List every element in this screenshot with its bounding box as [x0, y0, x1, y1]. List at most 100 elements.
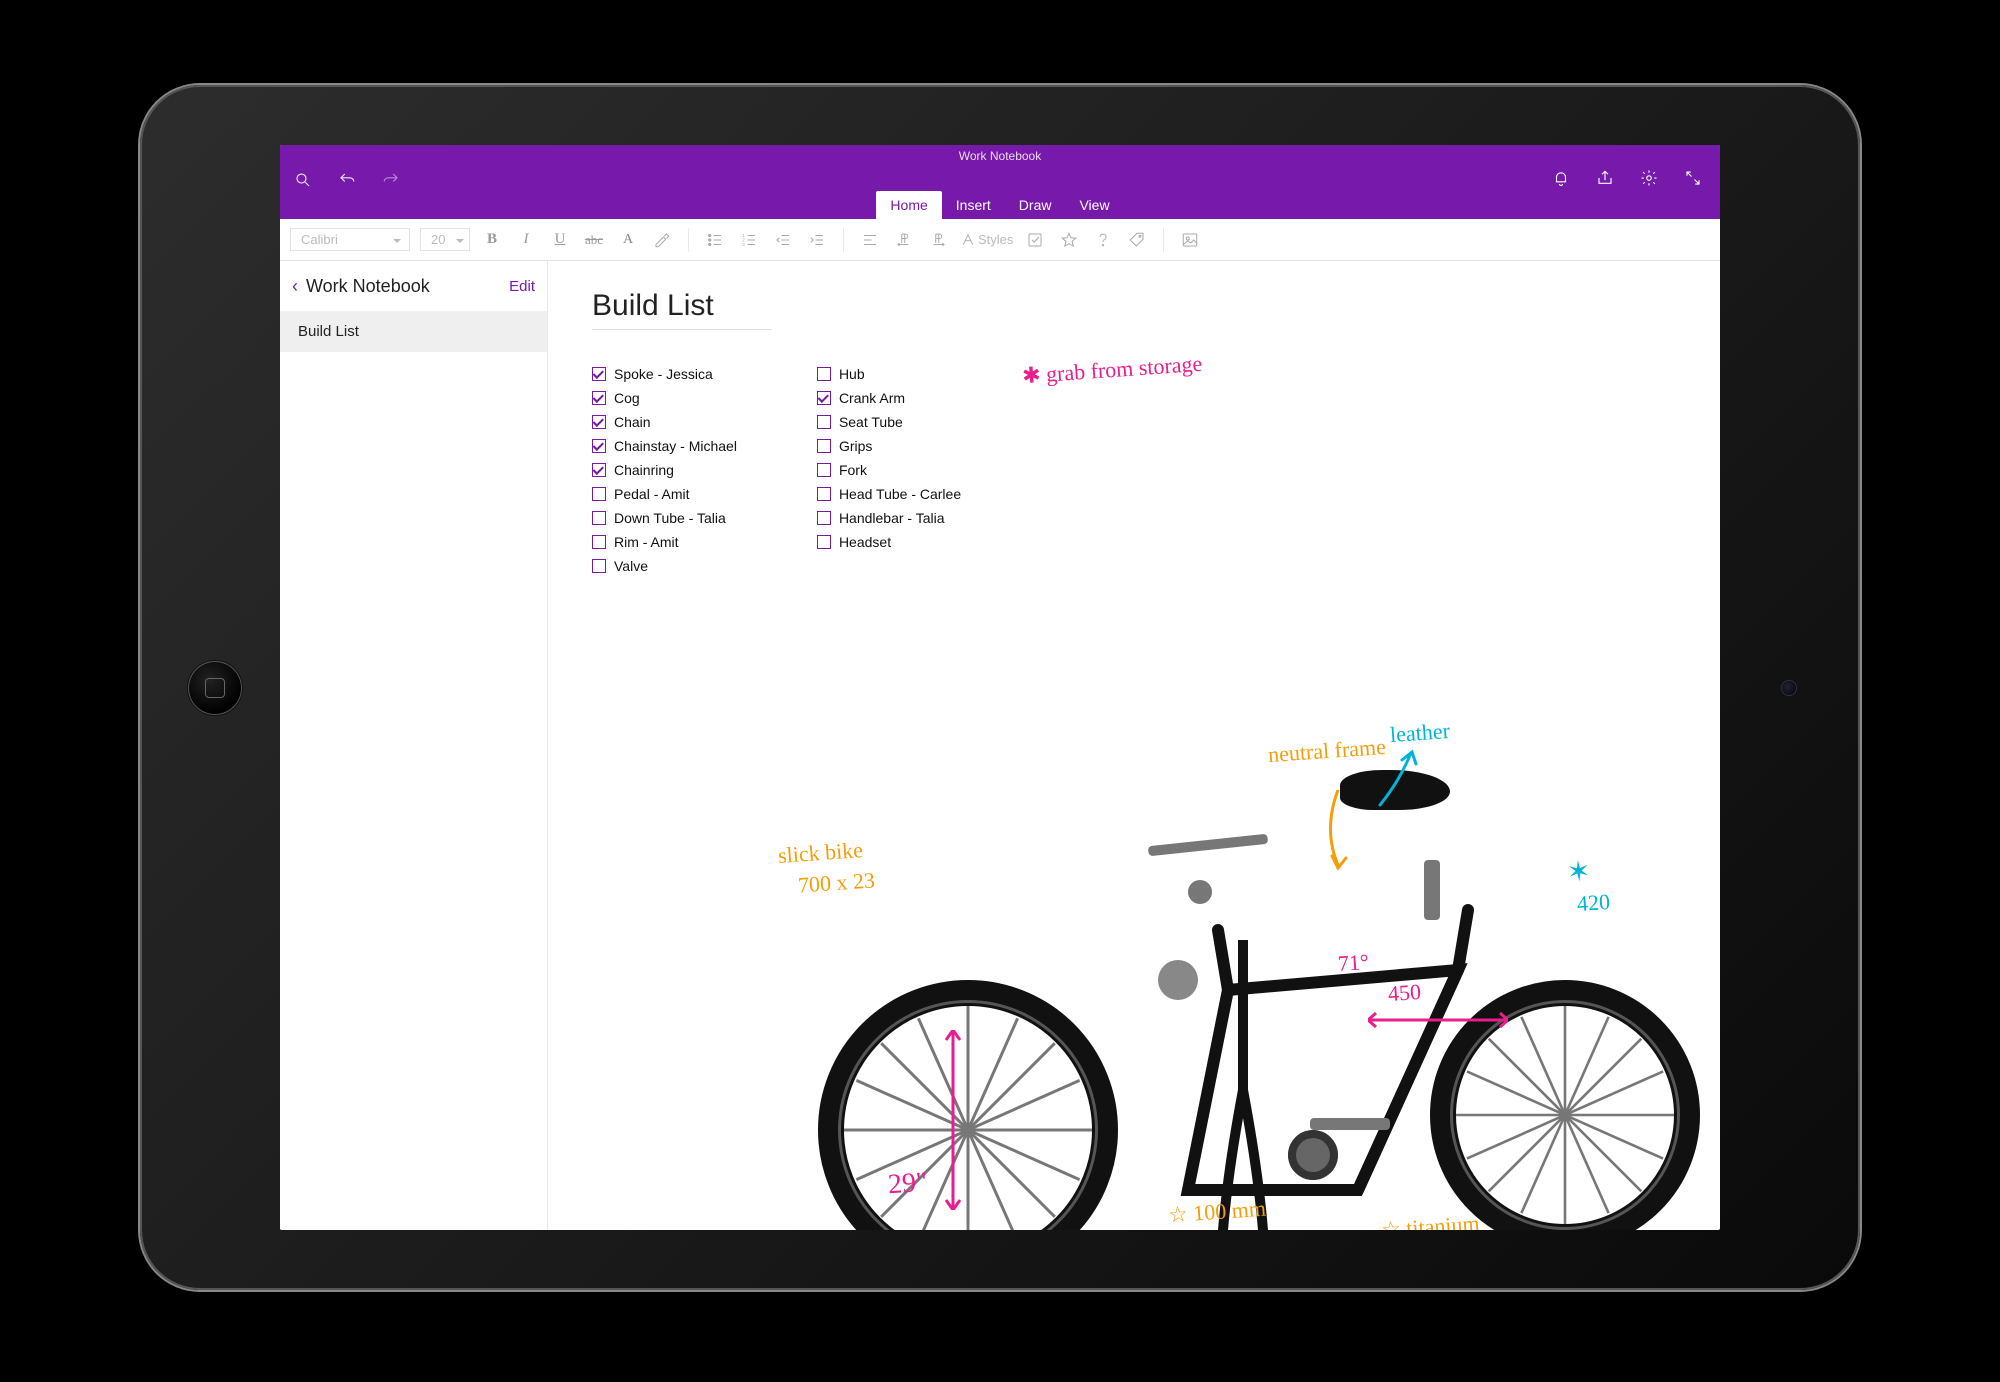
redo-icon[interactable]	[382, 171, 400, 189]
indent-button[interactable]	[805, 228, 829, 252]
sidebar-page-item[interactable]: Build List	[280, 311, 547, 352]
ipad-home-button[interactable]	[188, 661, 242, 715]
checkbox-icon[interactable]	[592, 487, 606, 501]
checklist-col-1: Spoke - Jessica Cog Chain Chainstay - Mi…	[592, 364, 737, 576]
underline-button[interactable]: U	[548, 228, 572, 252]
checkbox-icon[interactable]	[592, 439, 606, 453]
ipad-camera	[1782, 681, 1796, 695]
notifications-icon[interactable]	[1552, 169, 1570, 187]
notebook-title: Work Notebook	[280, 149, 1720, 163]
strikethrough-button[interactable]: abc	[582, 228, 606, 252]
list-item[interactable]: Cog	[592, 388, 737, 408]
tab-insert[interactable]: Insert	[942, 191, 1005, 219]
checklist-area: Spoke - Jessica Cog Chain Chainstay - Mi…	[592, 364, 1676, 576]
list-item[interactable]: Crank Arm	[817, 388, 961, 408]
bike-fork	[1208, 940, 1278, 1230]
list-item[interactable]: Seat Tube	[817, 412, 961, 432]
checkbox-icon[interactable]	[592, 367, 606, 381]
question-tag-button[interactable]	[1091, 228, 1115, 252]
fullscreen-icon[interactable]	[1684, 169, 1702, 187]
bold-button[interactable]: B	[480, 228, 504, 252]
checkbox-icon[interactable]	[817, 511, 831, 525]
list-item[interactable]: Headset	[817, 532, 961, 552]
rtl-button[interactable]	[926, 228, 950, 252]
formatting-ribbon: Calibri 20 B I U abc A 123 Styles	[280, 219, 1720, 261]
list-item[interactable]: Valve	[592, 556, 737, 576]
page-title[interactable]: Build List	[592, 289, 772, 330]
checkbox-icon[interactable]	[592, 463, 606, 477]
share-icon[interactable]	[1596, 169, 1614, 187]
font-size-select[interactable]: 20	[420, 228, 470, 251]
font-color-button[interactable]: A	[616, 229, 640, 251]
item-label: Pedal - Amit	[614, 484, 689, 504]
item-label: Rim - Amit	[614, 532, 679, 552]
checkbox-icon[interactable]	[817, 535, 831, 549]
app-screen: Work Notebook Home Insert Draw View	[280, 145, 1720, 1230]
item-label: Valve	[614, 556, 648, 576]
ltr-button[interactable]	[892, 228, 916, 252]
align-button[interactable]	[858, 228, 882, 252]
checkbox-icon[interactable]	[592, 559, 606, 573]
list-item[interactable]: Spoke - Jessica	[592, 364, 737, 384]
item-label: Headset	[839, 532, 891, 552]
list-item[interactable]: Grips	[817, 436, 961, 456]
checkbox-icon[interactable]	[817, 439, 831, 453]
sidebar-edit-button[interactable]: Edit	[509, 278, 535, 295]
star-tag-button[interactable]	[1057, 228, 1081, 252]
svg-text:3: 3	[742, 242, 745, 247]
styles-button[interactable]: Styles	[960, 228, 1013, 252]
checkbox-icon[interactable]	[817, 463, 831, 477]
insert-image-button[interactable]	[1178, 228, 1202, 252]
italic-button[interactable]: I	[514, 228, 538, 252]
font-name-select[interactable]: Calibri	[290, 228, 410, 251]
undo-icon[interactable]	[338, 171, 356, 189]
checkbox-icon[interactable]	[592, 391, 606, 405]
list-item[interactable]: Fork	[817, 460, 961, 480]
checkbox-icon[interactable]	[592, 415, 606, 429]
list-item[interactable]: Head Tube - Carlee	[817, 484, 961, 504]
tab-home[interactable]: Home	[876, 191, 941, 219]
tab-view[interactable]: View	[1065, 191, 1123, 219]
checkbox-icon[interactable]	[817, 487, 831, 501]
tab-draw[interactable]: Draw	[1005, 191, 1066, 219]
list-item[interactable]: Handlebar - Talia	[817, 508, 961, 528]
bike-part	[1424, 860, 1440, 920]
sidebar: ‹ Work Notebook Edit Build List	[280, 261, 548, 1230]
list-item[interactable]: Down Tube - Talia	[592, 508, 737, 528]
list-item[interactable]: Chainring	[592, 460, 737, 480]
stage: Work Notebook Home Insert Draw View	[0, 0, 2000, 1382]
list-item[interactable]: Chain	[592, 412, 737, 432]
item-label: Head Tube - Carlee	[839, 484, 961, 504]
checkbox-icon[interactable]	[817, 367, 831, 381]
todo-tag-button[interactable]	[1023, 228, 1047, 252]
list-item[interactable]: Rim - Amit	[592, 532, 737, 552]
bullet-list-button[interactable]	[703, 228, 727, 252]
note-page[interactable]: Build List Spoke - Jessica Cog Chain Cha…	[548, 261, 1720, 1230]
bike-illustration: slick bike 700 x 23 neutral frame leathe…	[808, 760, 1720, 1230]
item-label: Grips	[839, 436, 872, 456]
search-icon[interactable]	[294, 171, 312, 189]
item-label: Chainring	[614, 460, 674, 480]
app-body: ‹ Work Notebook Edit Build List Build Li…	[280, 261, 1720, 1230]
ink-annotation: ✱ grab from storage	[1022, 354, 1203, 387]
checkbox-icon[interactable]	[592, 535, 606, 549]
outdent-button[interactable]	[771, 228, 795, 252]
sidebar-notebook-title[interactable]: Work Notebook	[306, 276, 501, 297]
list-item[interactable]: Hub	[817, 364, 961, 384]
ipad-frame: Work Notebook Home Insert Draw View	[140, 85, 1860, 1290]
checkbox-icon[interactable]	[817, 415, 831, 429]
list-item[interactable]: Pedal - Amit	[592, 484, 737, 504]
numbered-list-button[interactable]: 123	[737, 228, 761, 252]
arrow-icon	[1368, 1010, 1508, 1030]
back-icon[interactable]: ‹	[292, 276, 298, 297]
highlight-button[interactable]	[650, 229, 674, 251]
bike-pedal-gear	[1288, 1130, 1338, 1180]
checkbox-icon[interactable]	[592, 511, 606, 525]
settings-icon[interactable]	[1640, 169, 1658, 187]
list-item[interactable]: Chainstay - Michael	[592, 436, 737, 456]
ribbon-separator	[843, 228, 844, 252]
tag-button[interactable]	[1125, 228, 1149, 252]
checkbox-icon[interactable]	[817, 391, 831, 405]
bike-part	[1158, 960, 1198, 1000]
item-label: Hub	[839, 364, 865, 384]
